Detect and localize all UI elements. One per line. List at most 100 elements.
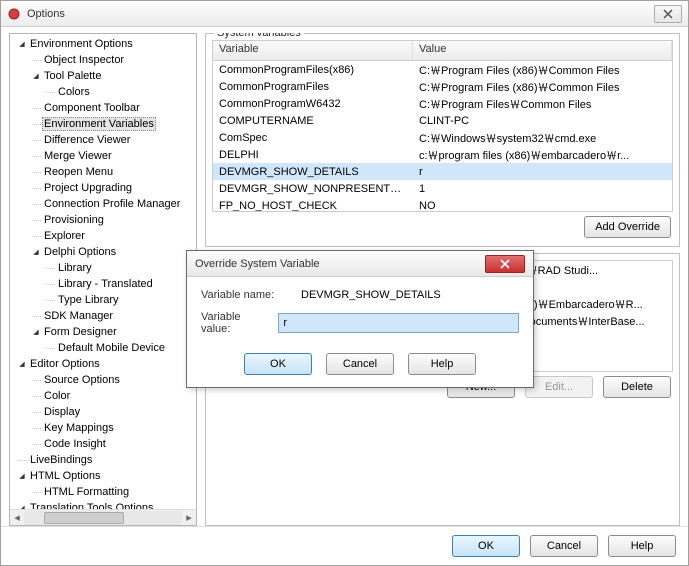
delete-button[interactable]: Delete	[603, 376, 671, 398]
tree-expand-icon[interactable]: ◢	[16, 40, 28, 48]
tree-item[interactable]: ·····Type Library	[10, 292, 196, 308]
tree-item-label: Provisioning	[42, 214, 106, 226]
tree-item[interactable]: ·····Connection Profile Manager	[10, 196, 196, 212]
tree-item[interactable]: ·····Explorer	[10, 228, 196, 244]
tree-item[interactable]: ·····Reopen Menu	[10, 164, 196, 180]
titlebar: Options	[1, 1, 688, 27]
table-row[interactable]: CommonProgramFilesC:￦Program Files (x86)…	[213, 78, 672, 95]
tree-branch-icon: ·····	[30, 167, 42, 177]
tree-item[interactable]: ·····Provisioning	[10, 212, 196, 228]
tree-item-label: Difference Viewer	[42, 134, 132, 146]
tree-item[interactable]: ·····Project Upgrading	[10, 180, 196, 196]
tree-item[interactable]: ·····Library	[10, 260, 196, 276]
cell-variable: ComSpec	[213, 131, 413, 145]
tree-item-label: SDK Manager	[42, 310, 115, 322]
tree-item-label: Object Inspector	[42, 54, 126, 66]
variable-value-label: Variable value:	[201, 311, 268, 335]
tree-item-label: HTML Options	[28, 470, 103, 482]
table-row[interactable]: FP_NO_HOST_CHECKNO	[213, 197, 672, 212]
tree-item[interactable]: ·····SDK Manager	[10, 308, 196, 324]
tree-item[interactable]: ·····Library - Translated	[10, 276, 196, 292]
tree-expand-icon[interactable]: ◢	[16, 360, 28, 368]
tree-item[interactable]: ·····Environment Variables	[10, 116, 196, 132]
cancel-button[interactable]: Cancel	[530, 535, 598, 557]
tree-branch-icon: ·····	[44, 343, 56, 353]
options-tree[interactable]: ◢Environment Options·····Object Inspecto…	[9, 33, 197, 526]
tree-item[interactable]: ·····Difference Viewer	[10, 132, 196, 148]
tree-branch-icon: ·····	[30, 119, 42, 129]
app-icon	[7, 7, 21, 21]
system-variables-legend: System variables	[214, 33, 304, 39]
table-row[interactable]: CommonProgramW6432C:￦Program Files￦Commo…	[213, 95, 672, 112]
help-button[interactable]: Help	[608, 535, 676, 557]
cell-value: c:￦program files (x86)￦embarcadero￦r...	[413, 146, 672, 164]
window-title: Options	[27, 8, 654, 20]
cell-value: C:￦Windows￦system32￦cmd.exe	[413, 129, 672, 147]
table-row[interactable]: DELPHIc:￦program files (x86)￦embarcadero…	[213, 146, 672, 163]
tree-item[interactable]: ◢Form Designer	[10, 324, 196, 340]
tree-item-label: LiveBindings	[28, 454, 94, 466]
tree-item[interactable]: ·····Color	[10, 388, 196, 404]
modal-cancel-button[interactable]: Cancel	[326, 353, 394, 375]
column-value[interactable]: Value	[413, 41, 672, 60]
tree-horizontal-scrollbar[interactable]: ◂ ▸	[10, 509, 196, 525]
tree-expand-icon[interactable]: ◢	[30, 248, 42, 256]
tree-item[interactable]: ·····Component Toolbar	[10, 100, 196, 116]
tree-item-label: Color	[42, 390, 72, 402]
tree-item[interactable]: ·····Default Mobile Device	[10, 340, 196, 356]
ok-button[interactable]: OK	[452, 535, 520, 557]
variable-value-input[interactable]	[278, 313, 519, 333]
tree-expand-icon[interactable]: ◢	[30, 328, 42, 336]
modal-close-button[interactable]	[485, 255, 525, 273]
tree-item-label: Default Mobile Device	[56, 342, 167, 354]
tree-item[interactable]: ·····LiveBindings	[10, 452, 196, 468]
tree-item[interactable]: ·····Code Insight	[10, 436, 196, 452]
tree-item[interactable]: ·····Colors	[10, 84, 196, 100]
tree-branch-icon: ·····	[30, 135, 42, 145]
tree-item[interactable]: ·····Object Inspector	[10, 52, 196, 68]
tree-item[interactable]: ◢HTML Options	[10, 468, 196, 484]
tree-item[interactable]: ◢Delphi Options	[10, 244, 196, 260]
tree-item[interactable]: ·····Merge Viewer	[10, 148, 196, 164]
column-variable[interactable]: Variable	[213, 41, 413, 60]
scrollbar-thumb[interactable]	[44, 512, 124, 524]
tree-branch-icon: ·····	[44, 295, 56, 305]
table-row[interactable]: COMPUTERNAMECLINT-PC	[213, 112, 672, 129]
tree-item[interactable]: ·····Key Mappings	[10, 420, 196, 436]
tree-item[interactable]: ·····Source Options	[10, 372, 196, 388]
override-system-variable-dialog: Override System Variable Variable name: …	[186, 250, 534, 388]
tree-item-label: Environment Variables	[42, 117, 156, 131]
table-row[interactable]: DEVMGR_SHOW_DETAILSr	[213, 163, 672, 180]
tree-branch-icon: ·····	[30, 311, 42, 321]
tree-branch-icon: ·····	[30, 199, 42, 209]
add-override-button[interactable]: Add Override	[584, 216, 671, 238]
variable-name-value: DEVMGR_SHOW_DETAILS	[301, 289, 519, 301]
modal-help-button[interactable]: Help	[408, 353, 476, 375]
tree-item[interactable]: ◢Translation Tools Options	[10, 500, 196, 509]
edit-button[interactable]: Edit...	[525, 376, 593, 398]
tree-branch-icon: ·····	[30, 55, 42, 65]
modal-title: Override System Variable	[195, 258, 485, 270]
tree-item-label: HTML Formatting	[42, 486, 131, 498]
window-close-button[interactable]	[654, 5, 682, 23]
table-row[interactable]: DEVMGR_SHOW_NONPRESENT_DEVICES1	[213, 180, 672, 197]
table-row[interactable]: ComSpecC:￦Windows￦system32￦cmd.exe	[213, 129, 672, 146]
tree-item-label: Project Upgrading	[42, 182, 134, 194]
scroll-left-icon[interactable]: ◂	[10, 511, 24, 525]
tree-branch-icon: ·····	[44, 279, 56, 289]
tree-item[interactable]: ·····HTML Formatting	[10, 484, 196, 500]
tree-branch-icon: ·····	[44, 87, 56, 97]
cell-value: r	[413, 165, 672, 179]
tree-item[interactable]: ◢Tool Palette	[10, 68, 196, 84]
system-variables-list[interactable]: Variable Value CommonProgramFiles(x86)C:…	[212, 40, 673, 212]
tree-item[interactable]: ◢Environment Options	[10, 36, 196, 52]
table-row[interactable]: CommonProgramFiles(x86)C:￦Program Files …	[213, 61, 672, 78]
tree-item[interactable]: ·····Display	[10, 404, 196, 420]
tree-expand-icon[interactable]: ◢	[16, 472, 28, 480]
tree-expand-icon[interactable]: ◢	[30, 72, 42, 80]
tree-branch-icon: ·····	[16, 455, 28, 465]
tree-item[interactable]: ◢Editor Options	[10, 356, 196, 372]
scroll-right-icon[interactable]: ▸	[182, 511, 196, 525]
modal-ok-button[interactable]: OK	[244, 353, 312, 375]
cell-value: C:￦Program Files￦Common Files	[413, 95, 672, 113]
